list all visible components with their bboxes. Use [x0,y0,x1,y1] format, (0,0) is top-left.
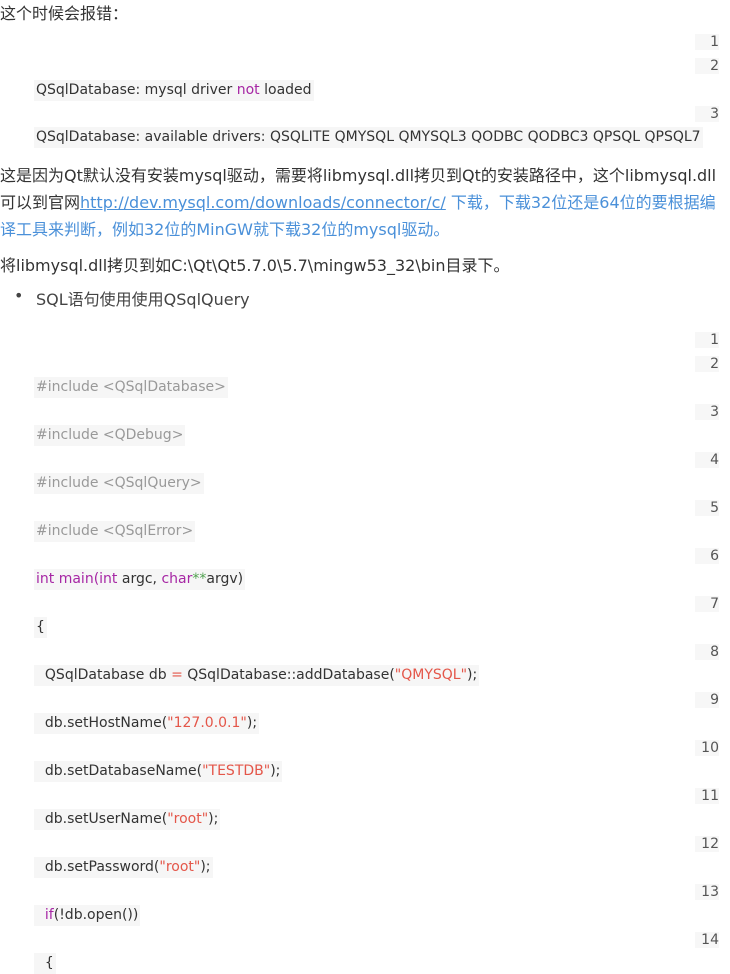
code-line: #include <QSqlQuery> [34,473,204,494]
code-line: #include <QSqlError> [34,521,196,542]
paragraph-line: 译工具来判断，例如32位的MinGW就下载32位的mysql驱动。 [0,220,450,239]
code-line: db.setUserName("root"); [34,809,221,830]
code-keyword: char [161,571,193,587]
line-number: 12 [695,836,719,852]
code-line: QSqlDatabase db = QSqlDatabase::addDatab… [34,665,480,686]
code-operator: = [171,667,183,683]
paragraph-text: 下载，下载32位还是64位的要根据编 [445,193,716,212]
code-line: QSqlDatabase: mysql driver not loaded [34,80,314,101]
code-text: loaded [259,82,312,98]
code-text: QSqlDatabase: mysql driver [36,82,237,98]
line-number: 2 [695,356,719,372]
code-line: #include <QDebug> [34,425,186,446]
line-number: 1 [695,332,719,348]
code-keyword: int [36,571,55,587]
line-number: 4 [695,452,719,468]
code-text: QSqlDatabase db [44,667,172,683]
line-number: 11 [695,788,719,804]
code-string: "QMYSQL" [394,667,468,683]
line-number: 14 [695,932,719,948]
line-number: 3 [695,106,719,122]
code-text: main( [54,571,100,587]
code-text: ); [200,859,211,875]
code-operator: ** [192,571,207,587]
line-number: 5 [695,500,719,516]
code-text: argc, [117,571,162,587]
code-text: ); [467,667,478,683]
code-line: { [34,953,56,974]
code-text: (!db.open()) [53,907,139,923]
paragraph-line: 这是因为Qt默认没有安装mysql驱动，需要将libmysql.dll拷贝到Qt… [0,166,717,185]
line-number: 9 [695,692,719,708]
line-number: 3 [695,404,719,420]
code-keyword: if [44,907,54,923]
paragraph-line: 可以到官网http://dev.mysql.com/downloads/conn… [0,189,716,213]
code-text: { [44,955,54,971]
code-text: ); [208,811,219,827]
code-string: "127.0.0.1" [167,715,247,731]
code-keyword: not [236,82,260,98]
line-number: 6 [695,548,719,564]
line-number: 10 [695,740,719,756]
code-text: argv) [206,571,244,587]
code-string: "TESTDB" [202,763,271,779]
code-text: db.setHostName( [44,715,168,731]
line-number: 7 [695,596,719,612]
download-link[interactable]: http://dev.mysql.com/downloads/connector… [80,193,446,212]
bullet-marker: • [14,286,24,305]
line-number: 13 [695,884,719,900]
paragraph-text: 可以到官网 [0,193,81,212]
code-string: "root" [159,859,201,875]
code-line: int main(int argc, char**argv) [34,569,246,590]
code-line: db.setPassword("root"); [34,857,213,878]
paragraph-text: 将libmysql.dll拷贝到如C:\Qt\Qt5.7.0\5.7\mingw… [0,256,510,275]
line-number: 2 [695,58,719,74]
code-line: #include <QSqlDatabase> [34,377,228,398]
code-line: QSqlDatabase: available drivers: QSQLITE… [34,127,703,148]
bullet-text: SQL语句使用使用QSqlQuery [36,290,250,309]
code-line: if(!db.open()) [34,905,141,926]
code-text: ); [246,715,258,731]
code-text: ); [270,763,281,779]
line-number: 8 [695,644,719,660]
code-text: db.setPassword( [44,859,160,875]
code-line: { [34,617,47,638]
code-line: db.setDatabaseName("TESTDB"); [34,761,283,782]
code-text: db.setDatabaseName( [44,763,203,779]
code-text: QSqlDatabase::addDatabase( [182,667,395,683]
code-string: "root" [167,811,209,827]
line-number: 1 [695,34,719,50]
code-text: db.setUserName( [44,811,168,827]
code-keyword: int [99,571,118,587]
code-line: db.setHostName("127.0.0.1"); [34,713,260,734]
intro-text: 这个时候会报错： [0,4,129,23]
